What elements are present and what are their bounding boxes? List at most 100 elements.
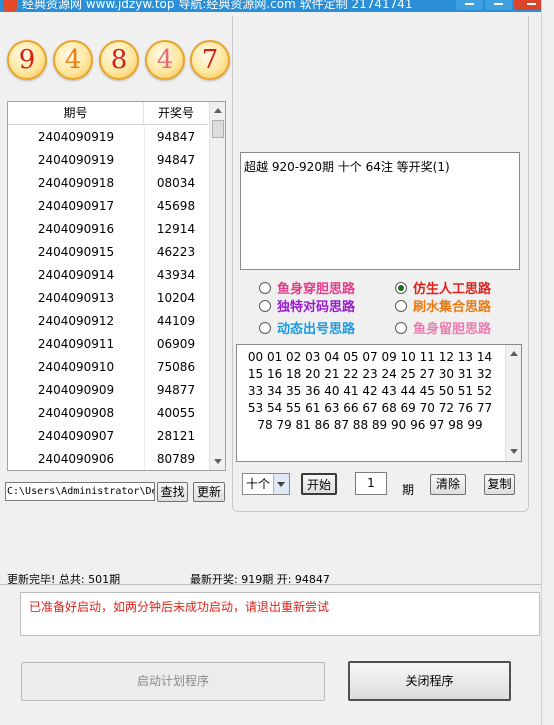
window-title: 经典资源网 www.jdzyw.top 导航:经典资源网.com 软件定制 21… — [22, 0, 413, 11]
strategy-radio-1[interactable]: 鱼身穿胆思路 — [259, 281, 355, 299]
scroll-thumb[interactable] — [212, 120, 224, 138]
minimize-button[interactable] — [456, 0, 483, 10]
number-cell: 06909 — [156, 337, 196, 351]
numbers-scroll-up-icon[interactable] — [510, 351, 518, 356]
period-cell: 2404090911 — [8, 333, 145, 356]
strategy-radio-label: 鱼身穿胆思路 — [277, 282, 356, 297]
table-row[interactable]: 2404090909 94877 — [8, 379, 208, 402]
radio-icon[interactable] — [395, 300, 407, 312]
number-cell: 94847 — [156, 153, 196, 167]
table-row[interactable]: 2404090917 45698 — [8, 195, 208, 218]
number-cell: 46223 — [156, 245, 196, 259]
column-header-period[interactable]: 期号 — [8, 102, 144, 125]
numbers-box[interactable]: 00 01 02 03 04 05 07 09 10 11 12 13 14 1… — [236, 344, 522, 462]
scroll-down-icon[interactable] — [214, 459, 222, 464]
period-label: 期 — [402, 483, 415, 497]
strategy-radio-6[interactable]: 鱼身留胆思路 — [395, 321, 491, 339]
numbers-text: 00 01 02 03 04 05 07 09 10 11 12 13 14 1… — [247, 350, 493, 432]
period-count-input[interactable]: 1 — [355, 472, 387, 495]
numbers-scroll-down-icon[interactable] — [510, 449, 518, 454]
table-row[interactable]: 2404090919 94847 — [8, 126, 208, 149]
number-cell: 75086 — [156, 360, 196, 374]
number-cell: 08034 — [156, 176, 196, 190]
minimize-icon — [465, 3, 474, 5]
table-row[interactable]: 2404090919 94847 — [8, 149, 208, 172]
ball-1: 9 — [7, 40, 47, 80]
window-right-edge — [541, 0, 554, 725]
count-select[interactable]: 十个 — [242, 473, 290, 495]
ball-3: 8 — [99, 40, 139, 80]
launch-plan-button[interactable]: 启动计划程序 — [21, 662, 325, 701]
table-row[interactable]: 2404090916 12914 — [8, 218, 208, 241]
number-cell: 43934 — [156, 268, 196, 282]
radio-icon[interactable] — [395, 322, 407, 334]
period-cell: 2404090916 — [8, 218, 145, 241]
app-icon — [3, 0, 17, 11]
close-icon — [526, 3, 536, 5]
period-cell: 2404090919 — [8, 149, 145, 172]
maximize-button[interactable] — [485, 0, 512, 10]
number-cell: 40055 — [156, 406, 196, 420]
plan-info-text: 超越 920-920期 十个 64注 等开奖(1) — [244, 160, 450, 174]
strategy-radio-2[interactable]: 仿生人工思路 — [395, 281, 491, 299]
radio-icon[interactable] — [395, 282, 407, 294]
strategy-radio-5[interactable]: 动态出号思路 — [259, 321, 355, 339]
strategy-radio-4[interactable]: 刷水集合思路 — [395, 299, 491, 317]
table-row[interactable]: 2404090911 06909 — [8, 333, 208, 356]
strategy-radio-label: 独特对码思路 — [277, 300, 356, 315]
column-header-number[interactable]: 开奖号 — [144, 102, 208, 125]
number-cell: 94877 — [156, 383, 196, 397]
ball-2: 4 — [53, 40, 93, 80]
message-box[interactable]: 已准备好启动，如两分钟后未成功启动，请退出重新尝试 — [20, 592, 540, 636]
period-cell: 2404090908 — [8, 402, 145, 425]
numbers-scrollbar[interactable] — [505, 345, 521, 461]
table-row[interactable]: 2404090910 75086 — [8, 356, 208, 379]
table-header: 期号 开奖号 — [8, 102, 208, 125]
period-cell: 2404090914 — [8, 264, 145, 287]
start-button[interactable]: 开始 — [301, 473, 337, 495]
history-table[interactable]: 期号 开奖号 2404090919 94847 2404090919 94847 240… — [7, 101, 226, 471]
strategy-radio-label: 动态出号思路 — [277, 322, 356, 337]
status-divider — [0, 584, 554, 585]
table-row[interactable]: 2404090907 28121 — [8, 425, 208, 448]
period-cell: 2404090912 — [8, 310, 145, 333]
number-cell: 80789 — [156, 452, 196, 466]
table-row[interactable]: 2404090913 10204 — [8, 287, 208, 310]
period-cell: 2404090917 — [8, 195, 145, 218]
maximize-icon — [494, 3, 503, 5]
strategy-radio-label: 刷水集合思路 — [413, 300, 492, 315]
table-row[interactable]: 2404090908 40055 — [8, 402, 208, 425]
strategy-radio-label: 仿生人工思路 — [413, 282, 492, 297]
table-row[interactable]: 2404090914 43934 — [8, 264, 208, 287]
scroll-up-icon[interactable] — [214, 108, 222, 113]
table-scrollbar[interactable] — [209, 102, 225, 470]
radio-icon[interactable] — [259, 300, 271, 312]
plan-info-box[interactable]: 超越 920-920期 十个 64注 等开奖(1) — [240, 152, 520, 270]
number-cell: 10204 — [156, 291, 196, 305]
table-row[interactable]: 2404090906 80789 — [8, 448, 208, 470]
table-row[interactable]: 2404090918 08034 — [8, 172, 208, 195]
radio-icon[interactable] — [259, 282, 271, 294]
radio-icon[interactable] — [259, 322, 271, 334]
strategy-radio-3[interactable]: 独特对码思路 — [259, 299, 355, 317]
period-cell: 2404090918 — [8, 172, 145, 195]
refresh-button[interactable]: 更新 — [193, 482, 225, 502]
period-cell: 2404090919 — [8, 126, 145, 149]
number-cell: 45698 — [156, 199, 196, 213]
file-path-input[interactable]: C:\Users\Administrator\De — [5, 482, 155, 501]
chevron-down-icon[interactable] — [273, 474, 289, 494]
table-row[interactable]: 2404090912 44109 — [8, 310, 208, 333]
number-cell: 44109 — [156, 314, 196, 328]
number-cell: 94847 — [156, 130, 196, 144]
period-cell: 2404090910 — [8, 356, 145, 379]
period-cell: 2404090906 — [8, 448, 145, 470]
period-cell: 2404090909 — [8, 379, 145, 402]
close-program-button[interactable]: 关闭程序 — [348, 661, 511, 701]
ball-5: 7 — [190, 40, 230, 80]
find-button[interactable]: 查找 — [157, 482, 188, 502]
message-text: 已准备好启动，如两分钟后未成功启动，请退出重新尝试 — [29, 600, 330, 614]
clear-button[interactable]: 清除 — [430, 474, 466, 495]
number-cell: 12914 — [156, 222, 196, 236]
copy-button[interactable]: 复制 — [484, 474, 515, 495]
table-row[interactable]: 2404090915 46223 — [8, 241, 208, 264]
